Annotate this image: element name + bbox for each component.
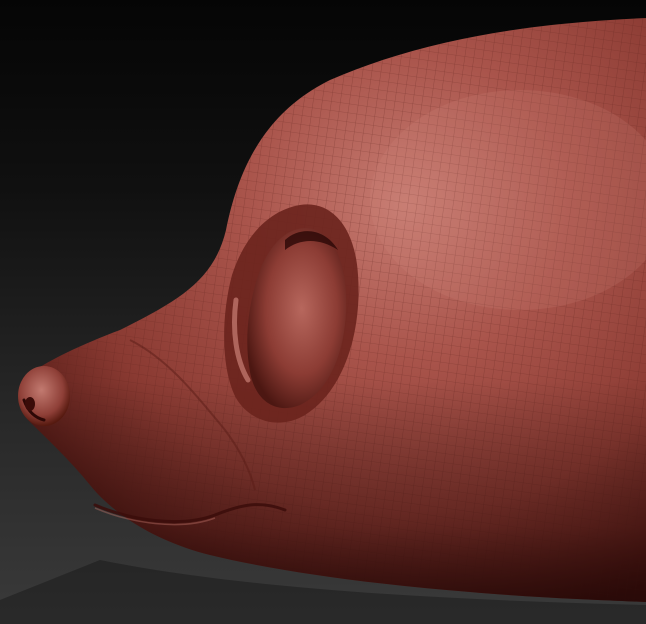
nose	[18, 366, 70, 426]
viewport[interactable]	[0, 0, 646, 624]
sculpt-render	[0, 18, 646, 624]
